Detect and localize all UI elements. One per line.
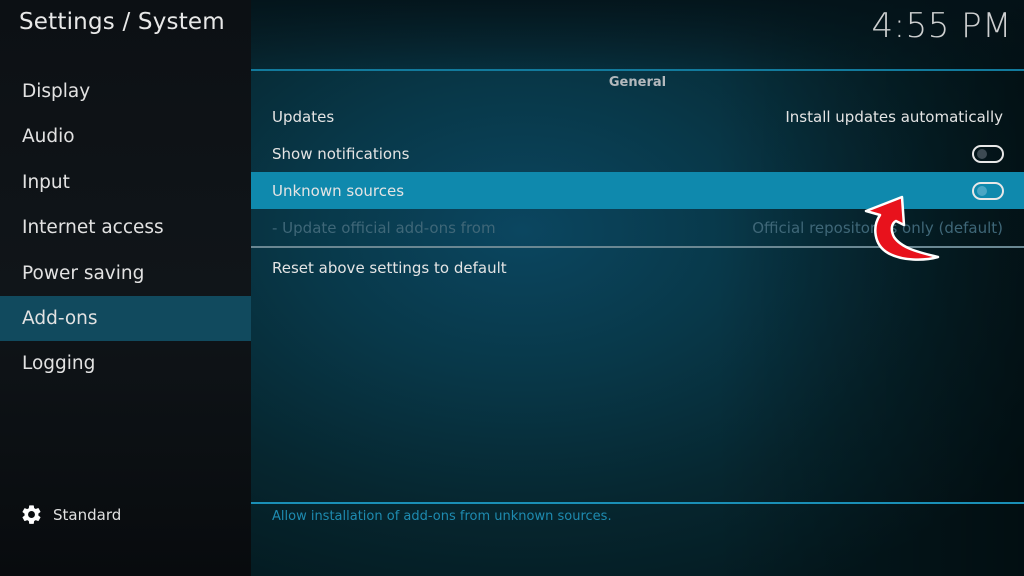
setting-show-notifications[interactable]: Show notifications <box>251 135 1024 172</box>
sidebar-item-input[interactable]: Input <box>0 160 251 205</box>
gear-icon <box>22 505 41 524</box>
red-curved-arrow-icon <box>864 195 940 261</box>
top-divider <box>251 69 1024 71</box>
sidebar-item-audio[interactable]: Audio <box>0 114 251 159</box>
help-text: Allow installation of add-ons from unkno… <box>272 509 612 524</box>
unknown-sources-toggle[interactable] <box>972 181 1004 200</box>
sidebar-item-logging[interactable]: Logging <box>0 341 251 386</box>
setting-value: Install updates automatically <box>785 107 1003 126</box>
toggle-knob <box>977 185 987 196</box>
settings-level-label: Standard <box>53 505 122 524</box>
sidebar-item-power-saving[interactable]: Power saving <box>0 251 251 296</box>
reset-label: Reset above settings to default <box>272 258 507 277</box>
sidebar-item-display[interactable]: Display <box>0 69 251 114</box>
clock: 4:55 PM <box>871 6 1012 46</box>
setting-label: Updates <box>272 107 335 126</box>
setting-updates[interactable]: Updates Install updates automatically <box>251 98 1024 135</box>
bottom-divider <box>251 502 1024 504</box>
settings-level-button[interactable]: Standard <box>20 503 121 526</box>
setting-label: - Update official add-ons from <box>272 218 496 237</box>
setting-label: Show notifications <box>272 144 410 163</box>
page-title: Settings / System <box>19 9 225 35</box>
sidebar-item-internet-access[interactable]: Internet access <box>0 205 251 250</box>
group-header: General <box>608 75 667 90</box>
sidebar-item-add-ons[interactable]: Add-ons <box>0 295 251 342</box>
settings-panel: General Updates Install updates automati… <box>251 0 1024 576</box>
sidebar-nav: Display Audio Input Internet access Powe… <box>0 69 251 387</box>
show-notifications-toggle[interactable] <box>972 144 1004 163</box>
setting-label: Unknown sources <box>272 181 405 200</box>
toggle-knob <box>977 148 987 159</box>
sidebar: Settings / System Display Audio Input In… <box>0 0 251 576</box>
